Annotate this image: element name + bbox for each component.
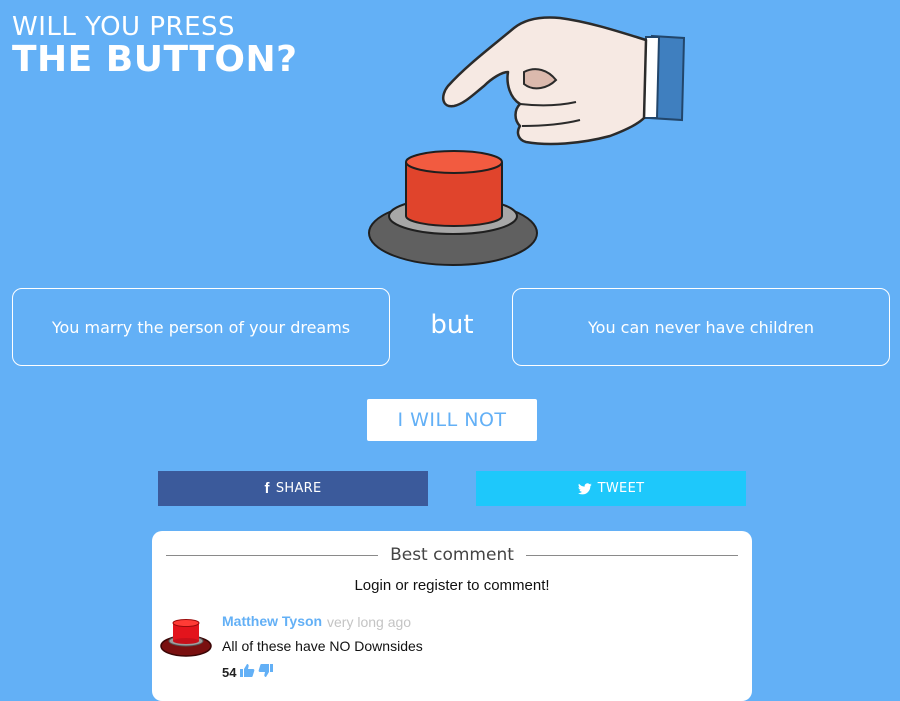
thumbs-down-icon[interactable] — [258, 663, 274, 682]
facebook-share-label: SHARE — [275, 481, 322, 496]
comment-votes: 54 — [222, 663, 274, 682]
comment-text: All of these have NO Downsides — [222, 638, 423, 654]
facebook-share-button[interactable]: f SHARE — [158, 471, 428, 506]
comment-author[interactable]: Matthew Tyson — [222, 613, 322, 629]
option-benefit[interactable]: You marry the person of your dreams — [12, 288, 390, 366]
red-button-illustration[interactable] — [366, 148, 541, 270]
page-title: WILL YOU PRESS THE BUTTON? — [12, 14, 298, 78]
title-line-1: WILL YOU PRESS — [12, 12, 236, 42]
twitter-share-button[interactable]: TWEET — [476, 471, 746, 506]
comments-panel: Best comment Login or register to commen… — [152, 531, 752, 701]
will-not-button[interactable]: I WILL NOT — [367, 399, 537, 441]
option-drawback[interactable]: You can never have children — [512, 288, 890, 366]
pointing-hand-illustration — [441, 16, 686, 146]
login-register-link[interactable]: Login or register to comment! — [152, 577, 752, 594]
comment-timestamp: very long ago — [327, 614, 412, 630]
facebook-icon: f — [264, 480, 270, 497]
best-comment-header: Best comment — [166, 545, 738, 565]
twitter-share-label: TWEET — [597, 481, 645, 496]
twitter-icon — [577, 482, 592, 494]
avatar — [160, 619, 212, 657]
connector-but: but — [430, 310, 474, 340]
title-line-2: THE BUTTON? — [12, 39, 298, 80]
comment-like-count: 54 — [222, 665, 237, 680]
divider-right — [526, 555, 738, 556]
thumbs-up-icon[interactable] — [239, 663, 255, 682]
